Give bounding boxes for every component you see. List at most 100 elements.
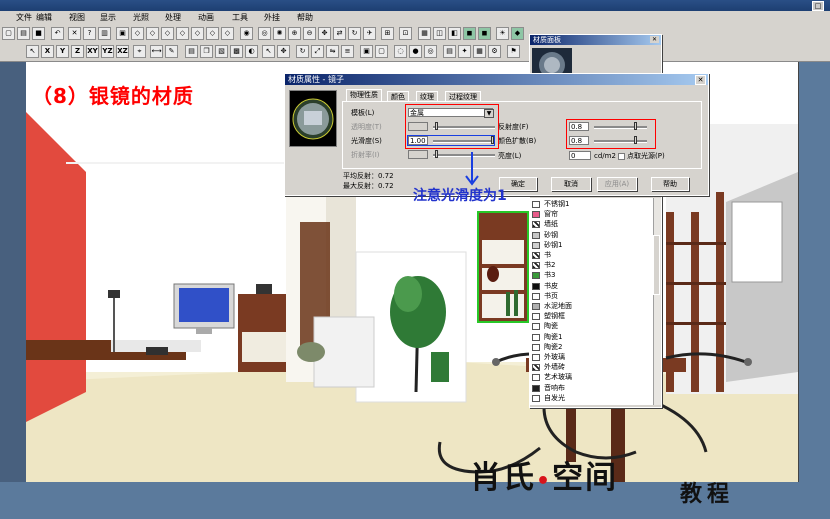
plane-xy-button[interactable]: XY xyxy=(86,45,99,58)
render-green-icon[interactable]: ◆ xyxy=(511,27,524,40)
new-file-icon[interactable]: ▢ xyxy=(2,27,15,40)
flag-icon[interactable]: ⚑ xyxy=(507,45,520,58)
material-list-item[interactable]: 书 xyxy=(532,251,551,260)
menu-view[interactable]: 视图 xyxy=(69,12,85,24)
material-list-item[interactable]: 陶瓷2 xyxy=(532,343,562,352)
layer-icon[interactable]: ▤ xyxy=(185,45,198,58)
material-list-item[interactable]: 水泥地面 xyxy=(532,302,572,311)
material-list-scrollbar[interactable] xyxy=(653,198,661,405)
move-icon[interactable]: ✥ xyxy=(277,45,290,58)
save-icon[interactable]: ■ xyxy=(32,27,45,40)
material-icon[interactable]: ◐ xyxy=(245,45,258,58)
eye-icon[interactable]: ◎ xyxy=(258,27,271,40)
plane-yz-button[interactable]: YZ xyxy=(101,45,114,58)
menu-help[interactable]: 帮助 xyxy=(297,12,313,24)
camera-icon[interactable]: ◉ xyxy=(240,27,253,40)
measure-icon[interactable]: ⟷ xyxy=(150,45,163,58)
menu-edit[interactable]: 编辑 xyxy=(36,12,52,24)
paste-icon[interactable]: ▧ xyxy=(215,45,228,58)
material-list-item[interactable]: 艺术玻璃 xyxy=(532,373,572,382)
zoom-extents-icon[interactable]: ⊡ xyxy=(399,27,412,40)
radiosity-icon[interactable]: ☀ xyxy=(496,27,509,40)
dialog-title-bar[interactable]: 材质属性 - 镜子 ✕ xyxy=(285,74,708,85)
shade-cube-icon[interactable]: ◧ xyxy=(448,27,461,40)
copy-icon[interactable]: ❐ xyxy=(200,45,213,58)
material-list-item[interactable]: 窗帘 xyxy=(532,210,558,219)
delete-icon[interactable]: ✕ xyxy=(68,27,81,40)
material-list-item[interactable]: 不锈钢1 xyxy=(532,200,569,209)
fly-icon[interactable]: ✈ xyxy=(363,27,376,40)
menu-display[interactable]: 显示 xyxy=(100,12,116,24)
select-arrow-icon[interactable]: ↖ xyxy=(26,45,39,58)
pan-icon[interactable]: ✥ xyxy=(318,27,331,40)
material-list-item[interactable]: 书3 xyxy=(532,271,555,280)
texture-cube-icon[interactable]: ◼ xyxy=(478,27,491,40)
view-cube-5-icon[interactable]: ◇ xyxy=(191,27,204,40)
material-list-item[interactable]: 塑钢框 xyxy=(532,312,565,321)
mirror-icon[interactable]: ⇋ xyxy=(326,45,339,58)
isolate-icon[interactable]: ◎ xyxy=(424,45,437,58)
point-light-checkbox[interactable] xyxy=(618,153,625,160)
close-icon[interactable]: ✕ xyxy=(695,75,706,85)
show-icon[interactable]: ● xyxy=(409,45,422,58)
group-icon[interactable]: ▩ xyxy=(230,45,243,58)
maximize-icon[interactable]: □ xyxy=(812,1,824,11)
zoom-in-icon[interactable]: ⊕ xyxy=(288,27,301,40)
menu-plugins[interactable]: 外挂 xyxy=(264,12,280,24)
pencil-icon[interactable]: ✎ xyxy=(165,45,178,58)
material-list-item[interactable]: 书皮 xyxy=(532,282,558,291)
material-list[interactable]: 不锈钢1 窗帘 墙纸 砂钢 砂钢1 书书2 书3 书皮 书页 水泥地面 塑钢框 陶瓷 陶瓷1 陶瓷2 外玻璃… xyxy=(530,198,653,405)
material-list-item[interactable]: 音响布 xyxy=(532,384,565,393)
analyze-icon[interactable]: ▦ xyxy=(473,45,486,58)
render-icon[interactable]: ▣ xyxy=(116,27,129,40)
zoom-out-icon[interactable]: ⊖ xyxy=(303,27,316,40)
material-list-item[interactable]: 外墙砖 xyxy=(532,363,565,372)
material-list-item[interactable]: 墙纸 xyxy=(532,220,558,229)
help-icon[interactable]: ? xyxy=(83,27,96,40)
property-icon[interactable]: ▤ xyxy=(443,45,456,58)
axis-x-button[interactable]: X xyxy=(41,45,54,58)
material-list-item[interactable]: 自发光 xyxy=(532,394,565,403)
material-list-item[interactable]: 砂钢 xyxy=(532,231,558,240)
process-icon[interactable]: ⚙ xyxy=(488,45,501,58)
rotate-icon[interactable]: ↻ xyxy=(296,45,309,58)
view-cube-3-icon[interactable]: ◇ xyxy=(161,27,174,40)
menu-process[interactable]: 处理 xyxy=(165,12,181,24)
cancel-button[interactable]: 取消 xyxy=(551,177,591,191)
material-list-item[interactable]: 砂钢1 xyxy=(532,241,562,250)
menu-file[interactable]: 文件 xyxy=(16,12,32,24)
menu-tools[interactable]: 工具 xyxy=(232,12,248,24)
print-icon[interactable]: ▥ xyxy=(98,27,111,40)
walk-icon[interactable]: ⇄ xyxy=(333,27,346,40)
apply-button[interactable]: 应用(A) xyxy=(597,177,637,191)
smooth-cube-icon[interactable]: ◼ xyxy=(463,27,476,40)
material-panel-title-bar[interactable]: 材质面板 ✕ xyxy=(530,35,661,45)
hide-icon[interactable]: ◌ xyxy=(394,45,407,58)
material-list-item[interactable]: 书2 xyxy=(532,261,555,270)
view-cube-7-icon[interactable]: ◇ xyxy=(221,27,234,40)
scale-icon[interactable]: ⤢ xyxy=(311,45,324,58)
orbit-icon[interactable]: ↻ xyxy=(348,27,361,40)
zoom-window-icon[interactable]: ⊞ xyxy=(381,27,394,40)
material-properties-dialog[interactable]: 材质属性 - 镜子 ✕ 物理性质 颜色 纹理 过程纹理 模板(L) 金属 ▼ 透… xyxy=(284,73,709,196)
grid-icon[interactable]: ▦ xyxy=(418,27,431,40)
brightness-field[interactable]: 0 xyxy=(569,151,591,160)
plane-xz-button[interactable]: XZ xyxy=(116,45,129,58)
help-button[interactable]: 帮助 xyxy=(651,177,689,191)
light-icon[interactable]: ✺ xyxy=(273,27,286,40)
undo-icon[interactable]: ↶ xyxy=(51,27,64,40)
open-folder-icon[interactable]: ▤ xyxy=(17,27,30,40)
light-tool-icon[interactable]: ✦ xyxy=(458,45,471,58)
view-cube-2-icon[interactable]: ◇ xyxy=(146,27,159,40)
wire-cube-icon[interactable]: ◫ xyxy=(433,27,446,40)
scrollbar-thumb[interactable] xyxy=(653,235,660,295)
select-window-icon[interactable]: ▢ xyxy=(375,45,388,58)
axis-y-button[interactable]: Y xyxy=(56,45,69,58)
close-icon[interactable]: ✕ xyxy=(650,36,659,43)
view-cube-4-icon[interactable]: ◇ xyxy=(176,27,189,40)
snap-icon[interactable]: ⌖ xyxy=(133,45,146,58)
axis-z-button[interactable]: Z xyxy=(71,45,84,58)
menu-lighting[interactable]: 光照 xyxy=(133,12,149,24)
menu-animation[interactable]: 动画 xyxy=(198,12,214,24)
material-list-item[interactable]: 外玻璃 xyxy=(532,353,565,362)
